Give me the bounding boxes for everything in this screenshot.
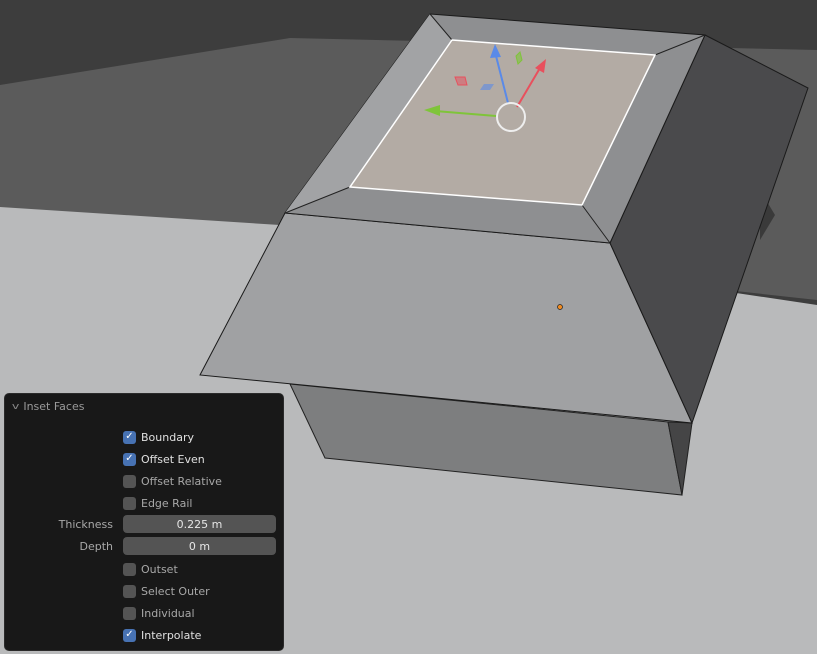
checkbox-box bbox=[123, 584, 136, 598]
object-origin-dot bbox=[557, 304, 563, 310]
checkbox-box bbox=[123, 474, 136, 488]
thickness-label: Thickness bbox=[58, 518, 113, 531]
checkbox-label: Edge Rail bbox=[141, 496, 193, 510]
checkbox-label: Individual bbox=[141, 606, 195, 620]
checkbox-label: Boundary bbox=[141, 430, 194, 444]
checkbox-individual[interactable]: Individual bbox=[123, 605, 195, 621]
checkbox-offset-even[interactable]: ✓ Offset Even bbox=[123, 451, 205, 467]
checkbox-label: Interpolate bbox=[141, 628, 202, 642]
checkbox-interpolate[interactable]: ✓ Interpolate bbox=[123, 627, 201, 643]
checkmark-icon: ✓ bbox=[123, 628, 136, 642]
checkbox-box bbox=[123, 562, 136, 576]
depth-label: Depth bbox=[79, 540, 113, 553]
panel-title: Inset Faces bbox=[23, 400, 85, 413]
checkbox-label: Select Outer bbox=[141, 584, 210, 598]
chevron-down-icon: v bbox=[11, 401, 20, 412]
panel-header[interactable]: v Inset Faces bbox=[11, 400, 85, 413]
checkbox-label: Offset Even bbox=[141, 452, 205, 466]
checkbox-offset-relative[interactable]: Offset Relative bbox=[123, 473, 222, 489]
thickness-field[interactable]: 0.225 m bbox=[123, 515, 276, 533]
checkbox-label: Outset bbox=[141, 562, 178, 576]
checkbox-box bbox=[123, 606, 136, 620]
depth-field[interactable]: 0 m bbox=[123, 537, 276, 555]
checkbox-label: Offset Relative bbox=[141, 474, 222, 488]
checkmark-icon: ✓ bbox=[123, 430, 136, 444]
checkmark-icon: ✓ bbox=[123, 452, 136, 466]
checkbox-select-outer[interactable]: Select Outer bbox=[123, 583, 210, 599]
inset-faces-operator-panel: v Inset Faces ✓ Boundary ✓ Offset Even Off… bbox=[4, 393, 284, 651]
checkbox-boundary[interactable]: ✓ Boundary bbox=[123, 429, 194, 445]
checkbox-edge-rail[interactable]: Edge Rail bbox=[123, 495, 192, 511]
checkbox-outset[interactable]: Outset bbox=[123, 561, 178, 577]
checkbox-box bbox=[123, 496, 136, 510]
